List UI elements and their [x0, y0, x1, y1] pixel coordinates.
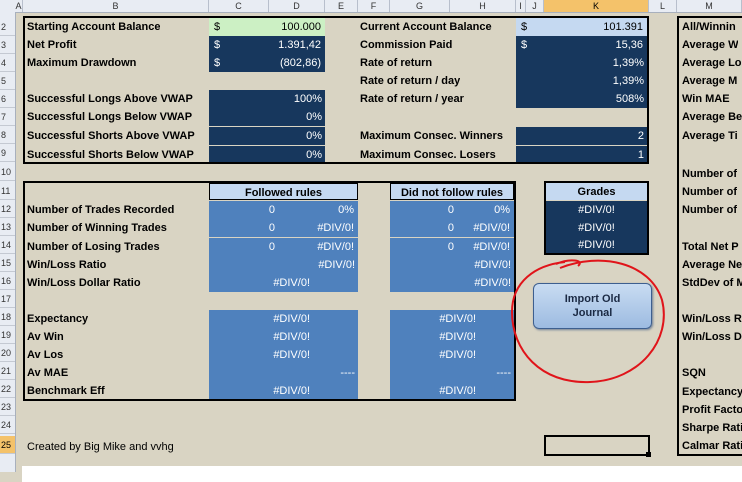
- selected-cell[interactable]: [544, 435, 650, 456]
- fill-handle[interactable]: [646, 452, 651, 457]
- red-annotation-circle: [510, 259, 665, 384]
- sheet-bottom-area: [22, 466, 742, 482]
- credit-text: Created by Big Mike and vvhg: [27, 441, 174, 453]
